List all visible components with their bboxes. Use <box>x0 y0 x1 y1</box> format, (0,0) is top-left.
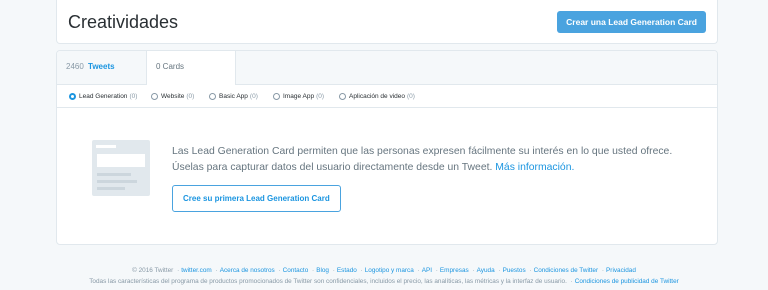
filter-count: (0) <box>186 92 195 100</box>
tab-tweets-label: Tweets <box>88 62 115 71</box>
tab-tweets[interactable]: 2460 Tweets <box>57 51 146 84</box>
empty-state-line1: Las Lead Generation Card permiten que la… <box>172 146 673 157</box>
radio-icon <box>273 92 280 100</box>
tab-cards[interactable]: 0 Cards <box>146 51 236 85</box>
header-panel: Creatividades Crear una Lead Generation … <box>56 0 718 44</box>
filter-image-app[interactable]: Image App (0) <box>273 90 324 102</box>
create-first-card-button[interactable]: Cree su primera Lead Generation Card <box>172 185 341 212</box>
radio-selected-icon <box>69 92 76 100</box>
footer-link-terms[interactable]: Condiciones de Twitter <box>534 267 599 274</box>
filter-count: (0) <box>129 92 138 100</box>
tab-tweets-count: 2460 <box>66 62 84 71</box>
page-title: Creatividades <box>68 12 179 32</box>
footer-link-brand[interactable]: Logotipo y marca <box>365 267 414 274</box>
filter-website[interactable]: Website (0) <box>151 90 194 102</box>
filter-label: Website <box>161 92 185 100</box>
filter-count: (0) <box>249 92 258 100</box>
footer-link-privacy[interactable]: Privacidad <box>606 267 636 274</box>
footer-link-twitter[interactable]: twitter.com <box>181 267 212 274</box>
footer-link-help[interactable]: Ayuda <box>477 267 495 274</box>
filter-count: (0) <box>316 92 325 100</box>
create-lead-generation-card-button[interactable]: Crear una Lead Generation Card <box>557 11 706 33</box>
filter-video-app[interactable]: Aplicación de video (0) <box>339 90 415 102</box>
disclaimer-text: Todas las características del programa d… <box>89 278 567 285</box>
footer-link-business[interactable]: Empresas <box>440 267 469 274</box>
footer-disclaimer: Todas las características del programa d… <box>89 278 679 285</box>
tab-bar: 2460 Tweets 0 Cards <box>57 51 717 85</box>
filter-lead-generation[interactable]: Lead Generation (0) <box>69 90 137 102</box>
card-placeholder-icon <box>92 140 150 196</box>
empty-state-line2: Úselas para capturar datos del usuario d… <box>172 162 493 173</box>
filter-label: Basic App <box>219 92 248 100</box>
footer-link-contact[interactable]: Contacto <box>283 267 309 274</box>
footer-link-blog[interactable]: Blog <box>316 267 329 274</box>
empty-state-description: Las Lead Generation Card permiten que la… <box>172 144 692 176</box>
creatives-panel: 2460 Tweets 0 Cards Lead Generation (0) … <box>56 50 718 245</box>
tab-cards-label: 0 Cards <box>156 62 185 71</box>
footer-links: © 2016 Twitter · twitter.com · Acerca de n… <box>132 267 636 274</box>
footer-link-jobs[interactable]: Puestos <box>503 267 526 274</box>
footer-link-ads-terms[interactable]: Condiciones de publicidad de Twitter <box>575 278 679 285</box>
filter-basic-app[interactable]: Basic App (0) <box>209 90 258 102</box>
filter-count: (0) <box>407 92 415 100</box>
filter-label: Aplicación de video <box>349 92 406 100</box>
radio-icon <box>209 92 216 100</box>
footer-link-api[interactable]: API <box>422 267 432 274</box>
footer-link-status[interactable]: Estado <box>337 267 357 274</box>
card-type-filter: Lead Generation (0) Website (0) Basic Ap… <box>57 85 717 108</box>
filter-label: Lead Generation <box>79 92 128 100</box>
filter-label: Image App <box>283 92 315 100</box>
radio-icon <box>151 92 158 100</box>
radio-icon <box>339 92 346 100</box>
footer-link-about[interactable]: Acerca de nosotros <box>220 267 275 274</box>
copyright: © 2016 Twitter <box>132 267 174 274</box>
more-info-link[interactable]: Más información. <box>495 162 574 173</box>
